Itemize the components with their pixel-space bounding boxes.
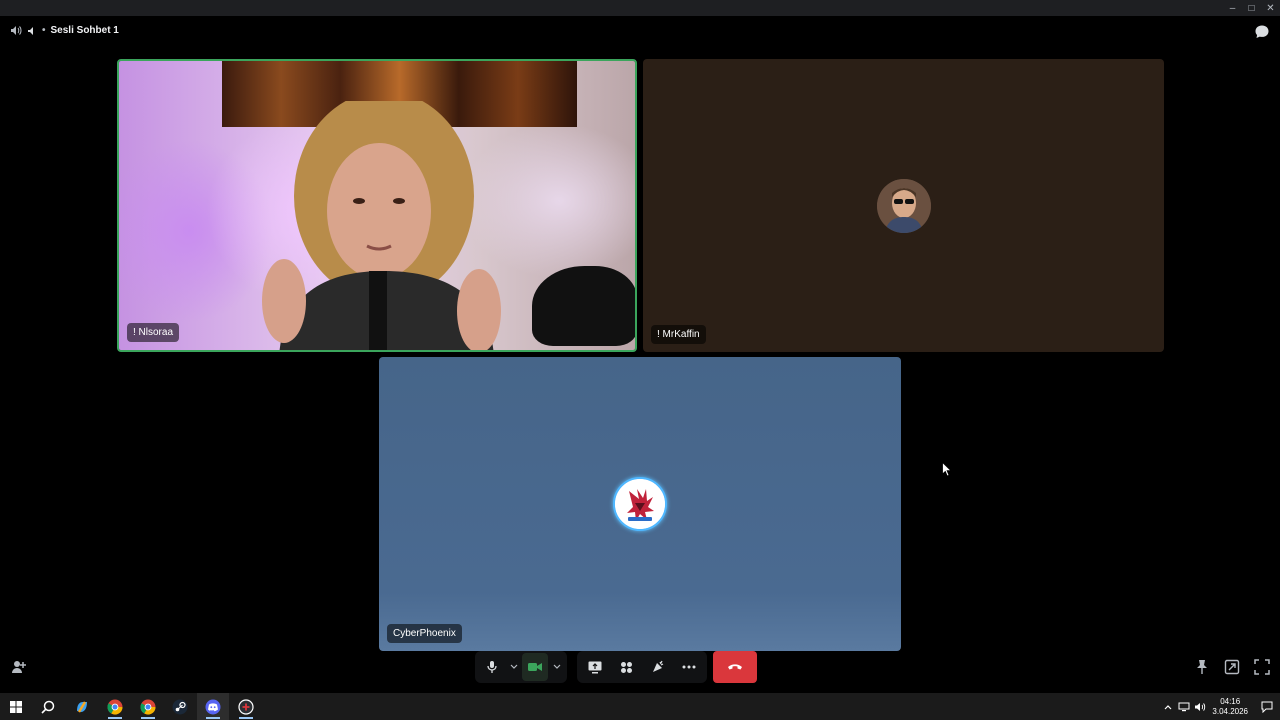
activities-icon (620, 661, 632, 673)
microphone-button[interactable] (479, 653, 505, 681)
clock-time: 04:16 (1220, 696, 1241, 706)
minimize-button[interactable]: – (1223, 0, 1242, 16)
call-controls (0, 651, 1280, 693)
running-indicator (141, 717, 155, 719)
camera-button[interactable] (522, 653, 548, 681)
maximize-button[interactable]: □ (1242, 0, 1261, 16)
steam-icon[interactable] (164, 693, 196, 720)
chrome-profile-icon[interactable] (132, 693, 164, 720)
window-titlebar: – □ ✕ (0, 0, 1280, 16)
leave-call-button[interactable] (713, 651, 757, 683)
screen-share-icon (588, 661, 602, 673)
soundboard-icon (652, 660, 664, 672)
microphone-options-button[interactable] (507, 653, 520, 681)
chevron-down-icon (553, 664, 560, 669)
chevron-down-icon (510, 664, 517, 669)
add-user-icon[interactable] (11, 659, 27, 680)
microphone-icon (487, 661, 497, 673)
more-options-button[interactable] (676, 653, 704, 681)
av-control-group (475, 651, 567, 683)
camera-icon (528, 663, 542, 671)
activity-control-group (577, 651, 707, 683)
chat-bubble-icon[interactable] (1254, 24, 1270, 45)
network-icon[interactable] (1176, 693, 1192, 720)
call-header: • Sesli Sohbet 1 (0, 16, 1280, 48)
notifications-icon[interactable] (1254, 693, 1280, 720)
more-icon (682, 665, 696, 669)
tray-overflow-icon[interactable] (1160, 693, 1176, 720)
pin-icon[interactable] (1195, 659, 1209, 680)
chrome-icon[interactable] (99, 693, 131, 720)
os-taskbar: 04:16 3.04.2026 (0, 693, 1280, 720)
channel-name: Sesli Sohbet 1 (50, 25, 119, 36)
activities-button[interactable] (613, 653, 641, 681)
participant-tile-avatar[interactable]: ! MrKaffin (643, 59, 1164, 352)
participant-name: ! Nlsoraa (127, 323, 180, 342)
participant-tile-avatar[interactable]: CyberPhoenix (379, 357, 901, 651)
running-indicator (239, 717, 253, 719)
camera-options-button[interactable] (550, 653, 563, 681)
running-indicator (206, 717, 220, 719)
search-icon[interactable] (32, 693, 64, 720)
participant-tile-video[interactable]: ! Nlsoraa (117, 59, 637, 352)
close-button[interactable]: ✕ (1261, 0, 1280, 16)
discord-alt-icon[interactable] (230, 693, 262, 720)
hangup-icon (728, 664, 742, 670)
separator-dot: • (42, 25, 46, 36)
windows-start-icon[interactable] (0, 693, 32, 720)
participant-name: CyberPhoenix (387, 624, 462, 643)
mouse-cursor-icon (942, 462, 952, 477)
system-clock[interactable]: 04:16 3.04.2026 (1212, 697, 1248, 717)
window-controls: – □ ✕ (1223, 0, 1280, 16)
participant-name: ! MrKaffin (651, 325, 706, 344)
channel-header: • Sesli Sohbet 1 (10, 25, 119, 36)
chair-background (532, 266, 635, 346)
participant-video-figure (262, 101, 501, 350)
avatar (877, 179, 931, 233)
speaker-icon[interactable] (10, 25, 22, 36)
popout-icon[interactable] (1224, 659, 1240, 680)
copilot-icon[interactable] (66, 693, 98, 720)
volume-icon[interactable] (1192, 693, 1208, 720)
discord-icon[interactable] (197, 693, 229, 720)
screen-share-button[interactable] (581, 653, 609, 681)
clock-date: 3.04.2026 (1212, 706, 1248, 716)
system-tray: 04:16 3.04.2026 (1160, 693, 1280, 720)
soundboard-button[interactable] (644, 653, 672, 681)
voice-channel-icon (27, 26, 37, 36)
avatar (613, 477, 667, 531)
running-indicator (108, 717, 122, 719)
fullscreen-icon[interactable] (1254, 659, 1270, 680)
